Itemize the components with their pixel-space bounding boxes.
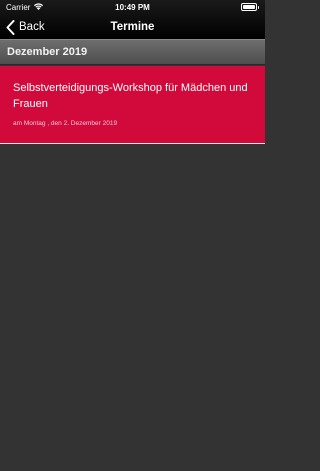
section-header: Dezember 2019	[0, 39, 265, 65]
status-bar: Carrier 10:49 PM	[0, 0, 265, 14]
page-title: Termine	[110, 21, 155, 33]
section-title: Dezember 2019	[7, 46, 88, 58]
navigation-bar: Back Termine	[0, 14, 265, 39]
status-time: 10:49 PM	[115, 3, 150, 12]
screen: Carrier 10:49 PM Back Termine Dezember 2…	[0, 0, 265, 471]
event-date: am Montag , den 2. Dezember 2019	[13, 120, 118, 127]
event-list-item[interactable]: Selbstverteidigungs-Workshop für Mädchen…	[0, 66, 265, 144]
event-title: Selbstverteidigungs-Workshop für Mädchen…	[13, 82, 248, 110]
battery-icon	[241, 3, 259, 11]
top-bar: Carrier 10:49 PM Back Termine	[0, 0, 265, 39]
